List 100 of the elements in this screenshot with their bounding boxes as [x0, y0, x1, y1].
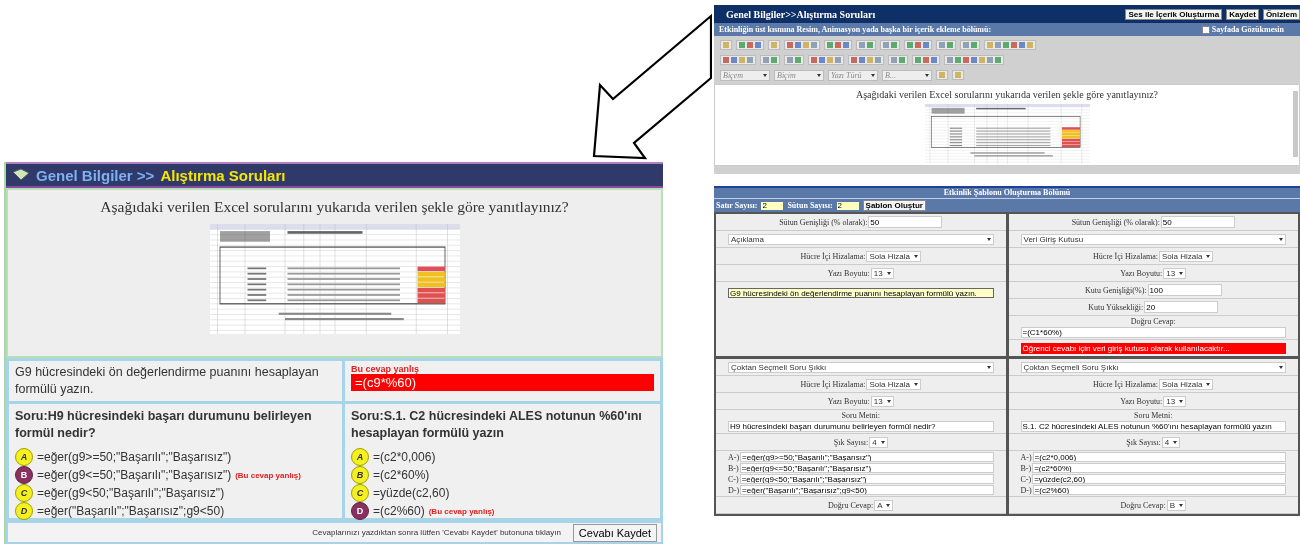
option-letter[interactable]: D: [351, 502, 369, 520]
question-text: Soru:S.1. C2 hücresindeki ALES notunun %60'ını hesaplayan formülü yazın: [351, 408, 643, 442]
option-text[interactable]: =eğer(g9<=50;"Başarılı";"Başarısız"): [37, 468, 232, 482]
row-count-field[interactable]: 2: [761, 201, 784, 210]
option-text[interactable]: =yüzde(c2,60): [373, 486, 450, 500]
toolbar-icon[interactable]: [771, 42, 777, 48]
error-message: Bu cevap yanlış: [351, 364, 421, 374]
option-letter[interactable]: C: [351, 484, 369, 502]
select-dropdown[interactable]: 13: [870, 267, 894, 279]
field-label: Doğru Cevap:: [1130, 317, 1176, 326]
option-field[interactable]: =eğer(g9<50;"Başarılı";"Başarısız"): [739, 474, 994, 484]
select-dropdown[interactable]: 4: [869, 436, 888, 448]
checkbox[interactable]: [1201, 25, 1210, 34]
question-text: G9 hücresindeki ön değerlendirme puanını hesaplayan formülü yazın.: [15, 364, 320, 398]
option-letter[interactable]: B: [351, 466, 369, 484]
field-label: Yazı Boyutu:: [1120, 396, 1163, 406]
select-dropdown[interactable]: 13: [1163, 395, 1187, 407]
select-dropdown[interactable]: 13: [1163, 267, 1187, 279]
option-label: B-): [1020, 463, 1032, 473]
option-label: C-): [728, 474, 739, 484]
section-title: Etkinlik Şablonu Oluşturma Bölümü: [714, 188, 1300, 199]
header-button[interactable]: Önizlem: [1262, 8, 1300, 20]
option-text[interactable]: =(c2%60): [373, 504, 425, 518]
field-label: Doğru Cevap:: [828, 500, 874, 510]
number-field[interactable]: 100: [1147, 284, 1222, 296]
option-letter[interactable]: D: [15, 502, 33, 520]
number-field[interactable]: 20: [1144, 301, 1219, 313]
select-dropdown[interactable]: Sola Hizala: [1158, 378, 1214, 390]
option-letter[interactable]: C: [15, 484, 33, 502]
field-label: Sütun Genişliği (% olarak):: [779, 217, 868, 227]
text-field[interactable]: S.1. C2 hücresindeki ALES notunun %60'ını hesaplayan formülü yazın: [1020, 421, 1286, 432]
wrong-answer-note: (Bu cevap yanlış): [235, 470, 301, 480]
field-label: Sütun Genişliği (% olarak):: [1071, 217, 1160, 227]
field-label: Yazı Boyutu:: [827, 268, 870, 278]
column-count-field[interactable]: 2: [836, 201, 859, 210]
header-button[interactable]: Kaydet: [1226, 8, 1259, 20]
field-label: Şık Sayısı:: [833, 437, 869, 447]
option-letter[interactable]: B: [15, 466, 33, 484]
option-text[interactable]: =eğer("Başarılı";"Başarısız";g9<50): [37, 504, 225, 518]
answer-field[interactable]: =(c9*%60): [351, 374, 654, 391]
field-label: Doğru Cevap:: [1120, 500, 1166, 510]
field-label: Soru Metni:: [841, 411, 880, 420]
option-text[interactable]: =eğer(g9<50;"Başarılı";"Başarısız"): [37, 486, 225, 500]
field-label: Hücre İçi Hizalama:: [1093, 251, 1158, 261]
option-field[interactable]: =eğer(g9<=50;"Başarılı";"Başarısız"): [739, 463, 994, 473]
cell-type-dropdown[interactable]: Açıklama: [728, 233, 994, 245]
option-field[interactable]: =eğer(g9>=50;"Başarılı";"Başarısız"): [740, 452, 994, 462]
select-dropdown[interactable]: B: [1166, 499, 1186, 511]
save-answer-button[interactable]: Cevabı Kaydet: [572, 523, 657, 542]
field-label: Satır Sayısı:: [716, 201, 758, 210]
option-text[interactable]: =(c2*60%): [373, 468, 430, 482]
create-template-button[interactable]: Şablon Oluştur: [862, 200, 926, 211]
field-label: Şık Sayısı:: [1126, 437, 1161, 447]
cell-type-dropdown[interactable]: Çoktan Seçmeli Soru Şıkkı: [728, 361, 994, 373]
option-label: D-): [728, 485, 740, 495]
field-label: Hücre İçi Hizalama:: [1093, 379, 1158, 389]
option-field[interactable]: =eğer("Başarılı";"Başarısız";g9<50): [740, 485, 994, 495]
option-field[interactable]: =yüzde(c2,60): [1032, 474, 1286, 484]
page-title: Alıştırma Soruları: [160, 166, 286, 184]
warning-message: Öğrenci cevabı için veri giriş kutusu olarak kullanılacaktır...: [1020, 342, 1286, 354]
field-label: Kutu Yüksekliği:: [1088, 302, 1144, 312]
option-text[interactable]: =(c2*0,006): [373, 450, 436, 464]
page-title: Genel Bilgiler>>Alıştırma Soruları: [726, 8, 876, 20]
number-field[interactable]: 50: [1160, 216, 1235, 228]
breadcrumb-link[interactable]: Genel Bilgiler >>: [36, 166, 155, 184]
section-label: Etkinliğin üst kısmına Resim, Animasyon yada başka bir içerik ekleme bölümü:: [719, 25, 992, 34]
text-field[interactable]: =(C1*60%): [1020, 327, 1286, 338]
description-field[interactable]: G9 hücresindeki ön değerlendirme puanını hesaplayan formülü yazın.: [728, 288, 994, 298]
select-dropdown[interactable]: A: [874, 499, 894, 511]
select-dropdown[interactable]: Sola Hizala: [866, 250, 921, 262]
footer-note: Cevaplarınızı yazdıktan sonra lütfen 'Cevabı Kaydet' butonuna tıklayın: [312, 528, 561, 537]
option-field[interactable]: =(c2*0,006): [1032, 452, 1286, 462]
option-text[interactable]: =eğer(g9>=50;"Başarılı";"Başarısız"): [37, 450, 232, 464]
scrollbar[interactable]: [1293, 91, 1298, 157]
field-label: Yazı Boyutu:: [827, 396, 870, 406]
select-dropdown[interactable]: Sola Hizala: [1158, 250, 1214, 262]
toolbar-icon[interactable]: [723, 42, 729, 48]
select-dropdown[interactable]: 13: [870, 395, 894, 407]
text-field[interactable]: H9 hücresindeki başarı durumunu belirleyen formül nedir?: [728, 421, 994, 432]
field-label: Hücre İçi Hizalama:: [800, 251, 866, 261]
field-label: Hücre İçi Hizalama:: [800, 379, 866, 389]
option-label: A-): [728, 452, 740, 462]
option-letter[interactable]: A: [15, 448, 33, 466]
option-field[interactable]: =(c2*60%): [1032, 463, 1286, 473]
field-label: Yazı Boyutu:: [1120, 268, 1163, 278]
header-button[interactable]: Ses ile İçerik Oluşturma: [1125, 8, 1223, 20]
number-field[interactable]: 50: [868, 216, 943, 228]
cell-type-dropdown[interactable]: Çoktan Seçmeli Soru Şıkkı: [1020, 361, 1286, 373]
toolbar-icon[interactable]: [939, 72, 945, 78]
option-letter[interactable]: A: [351, 448, 369, 466]
field-label: Sütun Sayısı:: [787, 201, 833, 210]
editor-area[interactable]: Aşağıdaki verilen Excel sorularını yukarıda verilen şekle göre yanıtlayınız?: [714, 84, 1300, 166]
select-dropdown[interactable]: 4: [1161, 436, 1181, 448]
option-field[interactable]: =(c2%60): [1032, 485, 1286, 495]
cell-type-dropdown[interactable]: Veri Giriş Kutusu: [1020, 233, 1286, 245]
checkbox-label: Sayfada Gözükmesin: [1211, 25, 1284, 34]
question-text: Soru:H9 hücresindeki başarı durumunu belirleyen formül nedir?: [15, 408, 313, 442]
option-label: B-): [728, 463, 739, 473]
select-dropdown[interactable]: Sola Hizala: [866, 378, 921, 390]
toolbar-icon[interactable]: [955, 72, 961, 78]
